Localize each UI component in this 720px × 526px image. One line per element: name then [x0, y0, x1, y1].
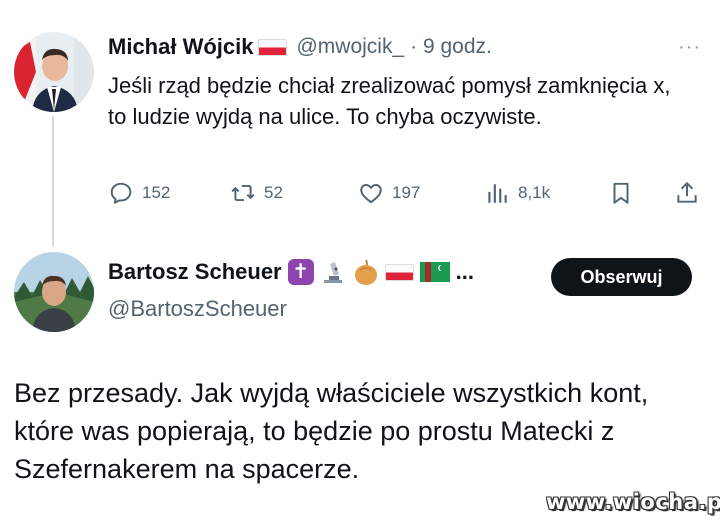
microscope-icon — [323, 262, 342, 283]
onion-icon — [354, 259, 377, 285]
avatar-photo-michal — [14, 32, 94, 112]
tweet-text: Jeśli rząd będzie chciał zrealizować pom… — [108, 73, 671, 129]
more-options-icon[interactable]: ··· — [678, 36, 701, 59]
avatar[interactable] — [14, 252, 94, 332]
poland-flag-icon — [384, 263, 414, 281]
avatar-photo-bartosz — [14, 252, 94, 332]
author-name[interactable]: Bartosz Scheuer — [108, 259, 282, 285]
follow-button[interactable]: Obserwuj — [551, 258, 692, 296]
views-chart-icon — [488, 184, 507, 203]
like-count: 197 — [392, 183, 421, 202]
reply-icon — [110, 182, 132, 204]
poland-flag-icon — [258, 38, 288, 56]
like-button[interactable]: 197 — [358, 180, 420, 206]
tweet-time[interactable]: · 9 godz. — [410, 35, 492, 59]
cross-icon: ✝ — [287, 259, 314, 285]
retweet-icon — [231, 184, 255, 202]
author-handle[interactable]: @BartoszScheuer — [108, 296, 287, 322]
avatar[interactable] — [14, 32, 94, 112]
retweet-button[interactable]: 52 — [230, 180, 283, 206]
watermark: www.wiocha.pl — [546, 490, 720, 514]
tweet-header: Michał Wójcik @mwojcik_ · 9 godz. — [108, 34, 492, 60]
thread-line — [52, 116, 54, 246]
bookmark-button[interactable] — [608, 180, 642, 206]
tweet-header: Bartosz Scheuer ✝ ... — [108, 258, 474, 286]
tweet-text: Bez przesady. Jak wyjdą właściciele wszy… — [14, 378, 649, 484]
views-count: 8,1k — [518, 183, 551, 202]
heart-icon — [360, 184, 382, 204]
retweet-count: 52 — [264, 183, 283, 202]
turkmenistan-flag-icon — [419, 262, 450, 282]
author-name[interactable]: Michał Wójcik — [108, 34, 253, 60]
share-icon — [677, 182, 697, 203]
tweet-actions: 152 52 197 8,1k — [108, 180, 708, 212]
bookmark-icon — [613, 182, 629, 204]
views-button[interactable]: 8,1k — [484, 180, 550, 206]
reply-button[interactable]: 152 — [108, 180, 170, 206]
author-handle[interactable]: @mwojcik_ — [296, 35, 404, 59]
reply-count: 152 — [142, 183, 171, 202]
share-button[interactable] — [674, 180, 708, 206]
badges-overflow: ... — [455, 259, 474, 284]
